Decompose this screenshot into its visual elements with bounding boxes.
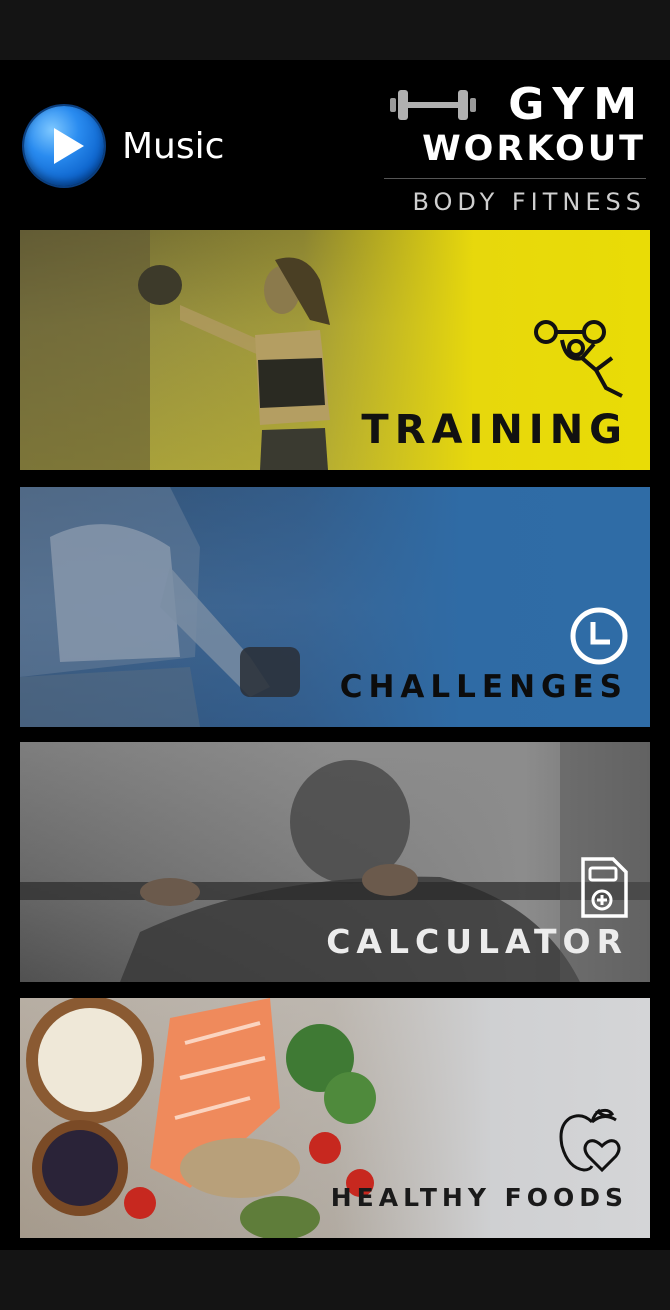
status-bar <box>0 0 670 60</box>
music-label: Music <box>122 125 225 167</box>
challenges-label: CHALLENGES <box>339 669 628 705</box>
calculator-icon <box>581 857 628 918</box>
calculator-label: CALCULATOR <box>326 922 628 961</box>
weightlifter-icon <box>534 320 623 398</box>
logo-title-line2: WORKOUT <box>422 129 646 169</box>
clock-icon <box>570 607 628 665</box>
logo-subtitle: BODY FITNESS <box>412 188 646 216</box>
healthy-foods-label: HEALTHY FOODS <box>330 1183 628 1212</box>
calculator-card[interactable]: CALCULATOR <box>20 742 650 982</box>
logo-divider <box>384 178 646 179</box>
navigation-bar <box>0 1250 670 1310</box>
healthy-foods-card[interactable]: HEALTHY FOODS <box>20 998 650 1238</box>
challenges-card[interactable]: CHALLENGES <box>20 487 650 727</box>
apple-heart-icon <box>559 1108 621 1173</box>
app-logo: GYM WORKOUT BODY FITNESS <box>384 82 646 222</box>
dumbbell-icon <box>390 90 476 120</box>
play-icon <box>24 106 104 186</box>
training-card[interactable]: TRAINING <box>20 230 650 470</box>
header: Music GYM WORKOUT BODY FITNESS <box>0 60 670 230</box>
training-label: TRAINING <box>361 407 628 453</box>
logo-title-line1: GYM <box>508 79 646 130</box>
music-button[interactable]: Music <box>24 104 234 188</box>
